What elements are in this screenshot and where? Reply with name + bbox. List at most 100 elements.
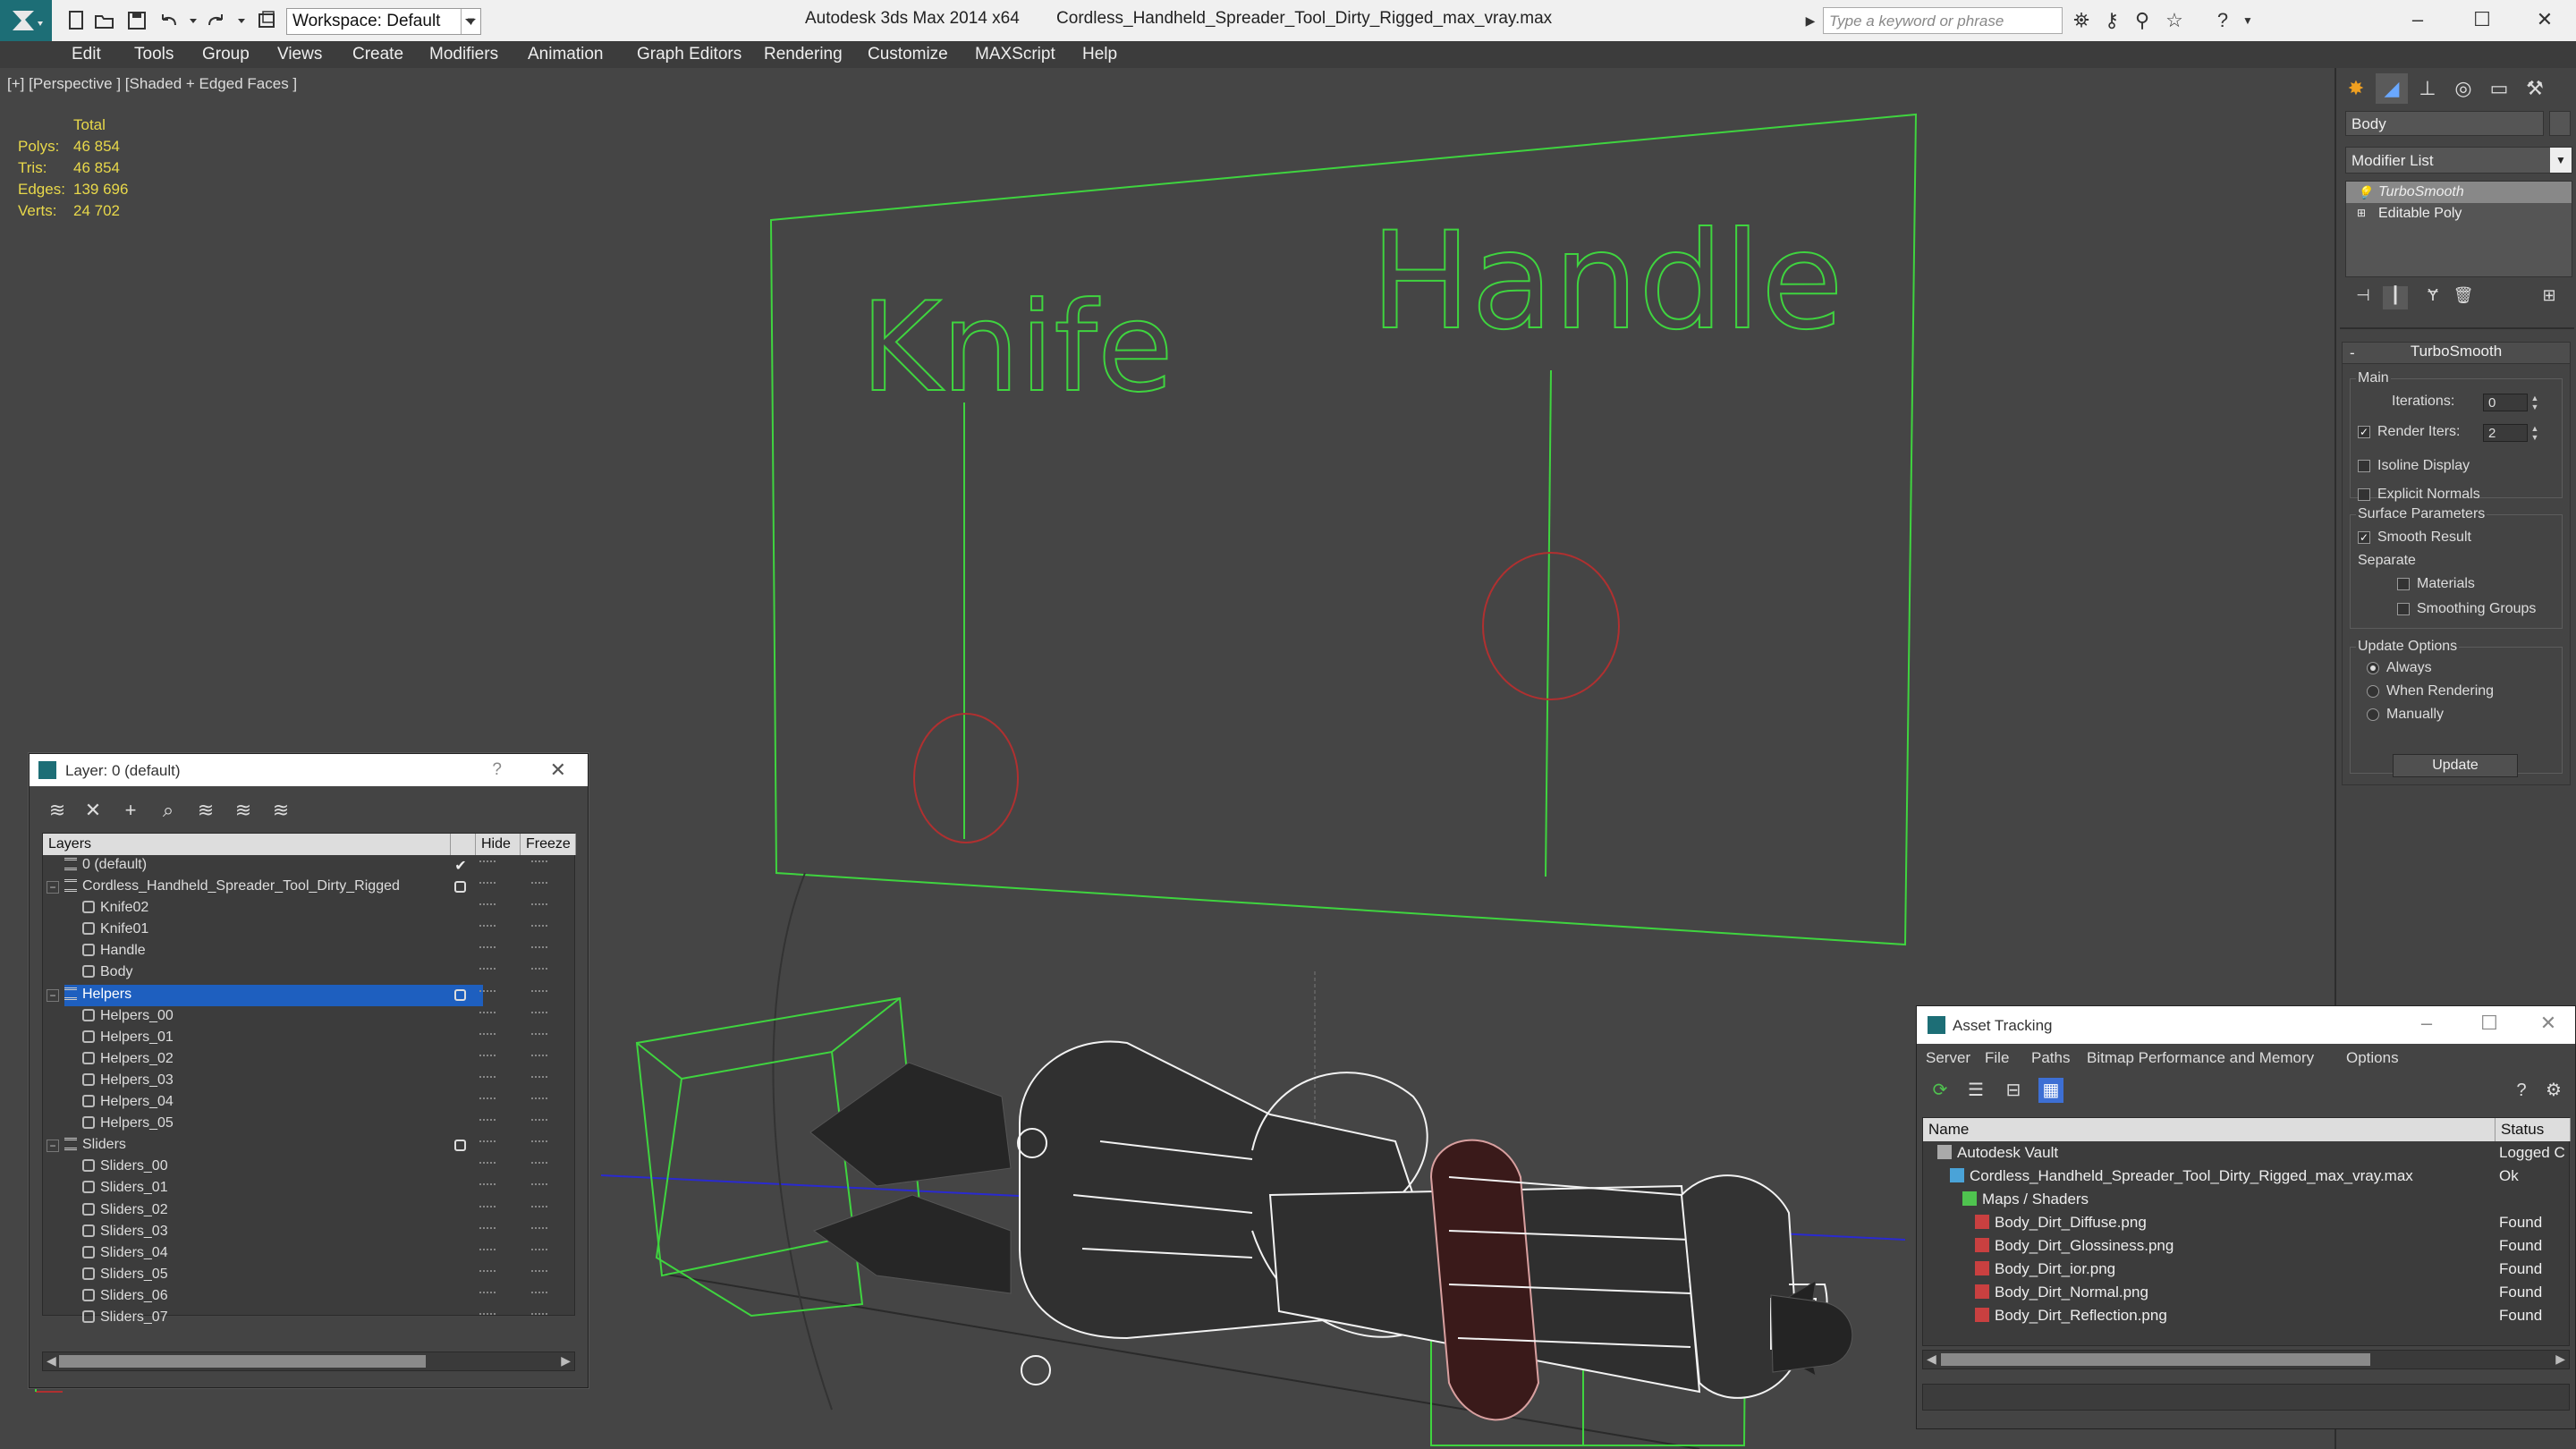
layer-object-row[interactable]: Helpers_04 bbox=[43, 1092, 576, 1114]
settings-icon[interactable]: ⚙ bbox=[2541, 1078, 2566, 1103]
layer-row[interactable]: − Cordless_Handheld_Spreader_Tool_Dirty_R… bbox=[43, 877, 576, 898]
layer-object-row[interactable]: Helpers_02 bbox=[43, 1049, 576, 1071]
create-tab-icon[interactable]: ✸ bbox=[2340, 73, 2372, 104]
set-current-box-icon[interactable] bbox=[453, 1137, 469, 1153]
layer-object-row[interactable]: Helpers_05 bbox=[43, 1114, 576, 1135]
layer-object-row[interactable]: Helpers_01 bbox=[43, 1028, 576, 1049]
freeze-toggle[interactable] bbox=[531, 1183, 547, 1192]
hide-toggle[interactable] bbox=[479, 925, 496, 934]
layer-object-row[interactable]: Body bbox=[43, 962, 576, 984]
hide-toggle[interactable] bbox=[479, 1312, 496, 1322]
freeze-toggle[interactable] bbox=[531, 1269, 547, 1279]
layer-row[interactable]: − Sliders bbox=[43, 1135, 576, 1157]
minimize-button[interactable]: – bbox=[2409, 1012, 2445, 1038]
list-view-icon[interactable]: ☰ bbox=[1963, 1078, 1988, 1103]
hide-toggle[interactable] bbox=[479, 1205, 496, 1215]
hide-toggle[interactable] bbox=[479, 903, 496, 912]
favorites-star-icon[interactable]: ☆ bbox=[2163, 9, 2186, 32]
layer-row[interactable]: − Helpers bbox=[43, 984, 576, 1006]
hide-toggle[interactable] bbox=[479, 1032, 496, 1042]
layers-column-header[interactable]: Layers bbox=[43, 834, 451, 855]
hide-toggle[interactable] bbox=[479, 1183, 496, 1192]
collapse-toggle-icon[interactable]: − bbox=[47, 881, 59, 894]
menu-server[interactable]: Server bbox=[1926, 1049, 1970, 1067]
hide-toggle[interactable] bbox=[479, 1011, 496, 1021]
viewport-label[interactable]: [+] [Perspective ] [Shaded + Edged Faces… bbox=[7, 75, 297, 93]
menu-maxscript[interactable]: MAXScript bbox=[975, 45, 1055, 64]
spreader-jaws[interactable] bbox=[809, 1062, 1012, 1294]
help-icon[interactable]: ? bbox=[2509, 1078, 2534, 1103]
workspace-dropdown-icon[interactable] bbox=[462, 9, 479, 32]
hide-toggle[interactable] bbox=[479, 1162, 496, 1171]
layer-name-cell[interactable]: Sliders_04 bbox=[82, 1243, 501, 1265]
freeze-toggle[interactable] bbox=[531, 1226, 547, 1236]
freeze-toggle[interactable] bbox=[531, 903, 547, 912]
set-current-box-icon[interactable] bbox=[453, 987, 469, 1003]
new-file-icon[interactable] bbox=[64, 9, 88, 32]
layer-name-cell[interactable]: Sliders_07 bbox=[82, 1308, 501, 1329]
layer-name-cell[interactable]: Helpers_00 bbox=[82, 1006, 501, 1028]
layer-name-cell[interactable]: Helpers_03 bbox=[82, 1071, 501, 1092]
highlight-layer-icon[interactable]: ≋ bbox=[192, 797, 219, 824]
key-icon[interactable]: ⚷ bbox=[2100, 9, 2123, 32]
when-rendering-radio[interactable] bbox=[2367, 685, 2379, 698]
layer-object-row[interactable]: Sliders_05 bbox=[43, 1265, 576, 1286]
maximize-button[interactable]: ☐ bbox=[2462, 5, 2503, 34]
layer-name-cell[interactable]: Knife02 bbox=[82, 898, 501, 919]
menu-create[interactable]: Create bbox=[352, 45, 403, 64]
asset-row[interactable]: Body_Dirt_Diffuse.png Found bbox=[1923, 1211, 2571, 1234]
app-logo-icon[interactable] bbox=[0, 0, 52, 41]
freeze-toggle[interactable] bbox=[531, 1011, 547, 1021]
lightbulb-icon[interactable]: 💡 bbox=[2357, 185, 2372, 199]
layer-object-row[interactable]: Knife02 bbox=[43, 898, 576, 919]
layer-object-row[interactable]: Sliders_06 bbox=[43, 1286, 576, 1308]
search-input[interactable]: Type a keyword or phrase bbox=[1823, 7, 2063, 34]
expand-plus-icon[interactable]: ⊞ bbox=[2357, 207, 2369, 221]
layer-object-row[interactable]: Sliders_03 bbox=[43, 1222, 576, 1243]
help-dropdown-icon[interactable]: ▼ bbox=[2236, 9, 2259, 32]
layer-dialog-titlebar[interactable]: Layer: 0 (default) ? ✕ bbox=[30, 754, 588, 786]
freeze-toggle[interactable] bbox=[531, 1140, 547, 1149]
hide-toggle[interactable] bbox=[479, 1291, 496, 1301]
layer-object-row[interactable]: Helpers_00 bbox=[43, 1006, 576, 1028]
manually-radio[interactable] bbox=[2367, 708, 2379, 721]
layer-name-cell[interactable]: Cordless_Handheld_Spreader_Tool_Dirty_Ri… bbox=[64, 877, 483, 898]
current-column-header[interactable] bbox=[451, 834, 476, 855]
asset-row[interactable]: Body_Dirt_ior.png Found bbox=[1923, 1258, 2571, 1281]
freeze-toggle[interactable] bbox=[531, 1032, 547, 1042]
layer-name-cell[interactable]: Handle bbox=[82, 941, 501, 962]
object-name-field[interactable]: Body bbox=[2345, 111, 2544, 136]
close-button[interactable]: ✕ bbox=[2524, 5, 2565, 34]
utilities-tab-icon[interactable]: ⚒ bbox=[2519, 73, 2551, 104]
isoline-display-checkbox[interactable] bbox=[2358, 460, 2370, 472]
make-unique-icon[interactable]: Ɏ bbox=[2420, 286, 2445, 309]
freeze-toggle[interactable] bbox=[531, 946, 547, 955]
layer-object-row[interactable]: Knife01 bbox=[43, 919, 576, 941]
redo-icon[interactable] bbox=[204, 9, 227, 32]
scroll-left-icon[interactable]: ◀ bbox=[1927, 1352, 1936, 1367]
table-view-icon[interactable]: ▦ bbox=[2038, 1078, 2063, 1103]
workspace-select[interactable]: Workspace: Default▼ bbox=[286, 8, 481, 35]
layer-name-cell[interactable]: Helpers_02 bbox=[82, 1049, 501, 1071]
layer-name-cell[interactable]: Sliders bbox=[64, 1135, 483, 1157]
freeze-column-header[interactable]: Freeze bbox=[521, 834, 576, 855]
layer-name-cell[interactable]: Helpers_04 bbox=[82, 1092, 501, 1114]
rollout-header[interactable]: - TurboSmooth bbox=[2343, 343, 2570, 364]
scroll-left-icon[interactable]: ◀ bbox=[47, 1353, 56, 1368]
explicit-normals-checkbox[interactable] bbox=[2358, 488, 2370, 501]
asset-row[interactable]: Body_Dirt_Glossiness.png Found bbox=[1923, 1234, 2571, 1258]
menu-paths[interactable]: Paths bbox=[2031, 1049, 2070, 1067]
project-folder-icon[interactable] bbox=[256, 9, 279, 32]
create-layer-icon[interactable]: ≋ bbox=[44, 797, 71, 824]
tree-view-icon[interactable]: ⊟ bbox=[2001, 1078, 2026, 1103]
layer-name-cell[interactable]: Sliders_06 bbox=[82, 1286, 501, 1308]
menu-file[interactable]: File bbox=[1985, 1049, 2009, 1067]
layer-name-cell[interactable]: Sliders_03 bbox=[82, 1222, 501, 1243]
layer-name-cell[interactable]: Sliders_01 bbox=[82, 1178, 501, 1199]
iterations-spinner[interactable]: 0 bbox=[2483, 394, 2528, 411]
pin-stack-icon[interactable]: ⊣ bbox=[2351, 286, 2376, 309]
hide-toggle[interactable] bbox=[479, 860, 496, 869]
always-radio[interactable] bbox=[2367, 662, 2379, 674]
asset-row[interactable]: Body_Dirt_Normal.png Found bbox=[1923, 1281, 2571, 1304]
display-tab-icon[interactable]: ▭ bbox=[2483, 73, 2515, 104]
